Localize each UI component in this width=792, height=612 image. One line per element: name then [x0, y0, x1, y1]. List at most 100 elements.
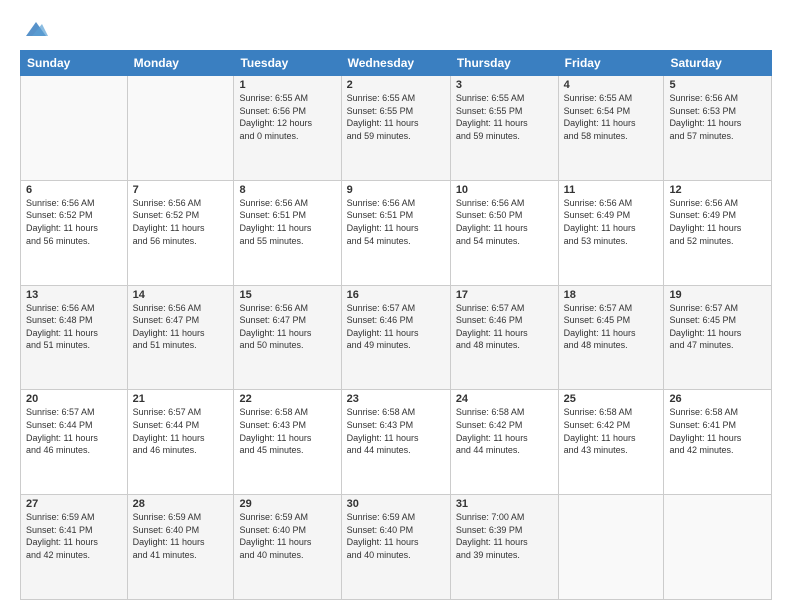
calendar-cell: 31Sunrise: 7:00 AM Sunset: 6:39 PM Dayli… [450, 495, 558, 600]
day-info: Sunrise: 6:56 AM Sunset: 6:47 PM Dayligh… [239, 302, 335, 352]
day-info: Sunrise: 6:55 AM Sunset: 6:55 PM Dayligh… [347, 92, 445, 142]
calendar-week-row: 20Sunrise: 6:57 AM Sunset: 6:44 PM Dayli… [21, 390, 772, 495]
calendar-cell: 1Sunrise: 6:55 AM Sunset: 6:56 PM Daylig… [234, 76, 341, 181]
day-number: 16 [347, 289, 445, 301]
calendar-cell: 16Sunrise: 6:57 AM Sunset: 6:46 PM Dayli… [341, 285, 450, 390]
day-info: Sunrise: 7:00 AM Sunset: 6:39 PM Dayligh… [456, 511, 553, 561]
calendar-cell: 17Sunrise: 6:57 AM Sunset: 6:46 PM Dayli… [450, 285, 558, 390]
calendar-cell: 14Sunrise: 6:56 AM Sunset: 6:47 PM Dayli… [127, 285, 234, 390]
day-info: Sunrise: 6:56 AM Sunset: 6:52 PM Dayligh… [26, 197, 122, 247]
day-info: Sunrise: 6:59 AM Sunset: 6:40 PM Dayligh… [347, 511, 445, 561]
day-number: 24 [456, 393, 553, 405]
day-number: 5 [669, 79, 766, 91]
day-info: Sunrise: 6:57 AM Sunset: 6:44 PM Dayligh… [133, 406, 229, 456]
calendar-cell: 6Sunrise: 6:56 AM Sunset: 6:52 PM Daylig… [21, 180, 128, 285]
header [20, 16, 772, 40]
calendar-header-row: SundayMondayTuesdayWednesdayThursdayFrid… [21, 51, 772, 76]
page: SundayMondayTuesdayWednesdayThursdayFrid… [0, 0, 792, 612]
calendar-cell [664, 495, 772, 600]
calendar-cell: 13Sunrise: 6:56 AM Sunset: 6:48 PM Dayli… [21, 285, 128, 390]
day-info: Sunrise: 6:58 AM Sunset: 6:42 PM Dayligh… [564, 406, 659, 456]
day-info: Sunrise: 6:59 AM Sunset: 6:40 PM Dayligh… [133, 511, 229, 561]
calendar-cell: 22Sunrise: 6:58 AM Sunset: 6:43 PM Dayli… [234, 390, 341, 495]
calendar-cell: 2Sunrise: 6:55 AM Sunset: 6:55 PM Daylig… [341, 76, 450, 181]
day-number: 2 [347, 79, 445, 91]
col-header-sunday: Sunday [21, 51, 128, 76]
day-number: 28 [133, 498, 229, 510]
calendar-cell: 30Sunrise: 6:59 AM Sunset: 6:40 PM Dayli… [341, 495, 450, 600]
day-info: Sunrise: 6:58 AM Sunset: 6:43 PM Dayligh… [239, 406, 335, 456]
day-info: Sunrise: 6:58 AM Sunset: 6:42 PM Dayligh… [456, 406, 553, 456]
calendar-cell: 3Sunrise: 6:55 AM Sunset: 6:55 PM Daylig… [450, 76, 558, 181]
day-number: 29 [239, 498, 335, 510]
day-number: 10 [456, 184, 553, 196]
calendar-cell: 27Sunrise: 6:59 AM Sunset: 6:41 PM Dayli… [21, 495, 128, 600]
day-number: 21 [133, 393, 229, 405]
day-number: 11 [564, 184, 659, 196]
day-info: Sunrise: 6:56 AM Sunset: 6:47 PM Dayligh… [133, 302, 229, 352]
day-info: Sunrise: 6:59 AM Sunset: 6:41 PM Dayligh… [26, 511, 122, 561]
day-number: 26 [669, 393, 766, 405]
day-info: Sunrise: 6:57 AM Sunset: 6:45 PM Dayligh… [564, 302, 659, 352]
calendar-cell: 18Sunrise: 6:57 AM Sunset: 6:45 PM Dayli… [558, 285, 664, 390]
calendar-cell: 7Sunrise: 6:56 AM Sunset: 6:52 PM Daylig… [127, 180, 234, 285]
calendar-cell: 26Sunrise: 6:58 AM Sunset: 6:41 PM Dayli… [664, 390, 772, 495]
day-info: Sunrise: 6:56 AM Sunset: 6:48 PM Dayligh… [26, 302, 122, 352]
calendar-week-row: 27Sunrise: 6:59 AM Sunset: 6:41 PM Dayli… [21, 495, 772, 600]
day-info: Sunrise: 6:56 AM Sunset: 6:49 PM Dayligh… [669, 197, 766, 247]
day-info: Sunrise: 6:56 AM Sunset: 6:51 PM Dayligh… [347, 197, 445, 247]
calendar-cell: 24Sunrise: 6:58 AM Sunset: 6:42 PM Dayli… [450, 390, 558, 495]
calendar-cell: 21Sunrise: 6:57 AM Sunset: 6:44 PM Dayli… [127, 390, 234, 495]
day-number: 13 [26, 289, 122, 301]
day-info: Sunrise: 6:55 AM Sunset: 6:54 PM Dayligh… [564, 92, 659, 142]
day-info: Sunrise: 6:56 AM Sunset: 6:51 PM Dayligh… [239, 197, 335, 247]
day-number: 14 [133, 289, 229, 301]
day-info: Sunrise: 6:56 AM Sunset: 6:49 PM Dayligh… [564, 197, 659, 247]
calendar-cell: 20Sunrise: 6:57 AM Sunset: 6:44 PM Dayli… [21, 390, 128, 495]
col-header-thursday: Thursday [450, 51, 558, 76]
calendar-cell: 23Sunrise: 6:58 AM Sunset: 6:43 PM Dayli… [341, 390, 450, 495]
day-number: 1 [239, 79, 335, 91]
col-header-monday: Monday [127, 51, 234, 76]
day-info: Sunrise: 6:55 AM Sunset: 6:55 PM Dayligh… [456, 92, 553, 142]
day-number: 31 [456, 498, 553, 510]
calendar-cell: 4Sunrise: 6:55 AM Sunset: 6:54 PM Daylig… [558, 76, 664, 181]
day-number: 6 [26, 184, 122, 196]
calendar-cell [21, 76, 128, 181]
calendar-table: SundayMondayTuesdayWednesdayThursdayFrid… [20, 50, 772, 600]
calendar-cell: 9Sunrise: 6:56 AM Sunset: 6:51 PM Daylig… [341, 180, 450, 285]
day-number: 27 [26, 498, 122, 510]
day-info: Sunrise: 6:56 AM Sunset: 6:53 PM Dayligh… [669, 92, 766, 142]
calendar-cell: 10Sunrise: 6:56 AM Sunset: 6:50 PM Dayli… [450, 180, 558, 285]
col-header-friday: Friday [558, 51, 664, 76]
day-number: 22 [239, 393, 335, 405]
day-number: 20 [26, 393, 122, 405]
day-number: 30 [347, 498, 445, 510]
day-number: 23 [347, 393, 445, 405]
col-header-saturday: Saturday [664, 51, 772, 76]
day-number: 3 [456, 79, 553, 91]
day-number: 15 [239, 289, 335, 301]
day-info: Sunrise: 6:56 AM Sunset: 6:52 PM Dayligh… [133, 197, 229, 247]
day-info: Sunrise: 6:57 AM Sunset: 6:46 PM Dayligh… [347, 302, 445, 352]
day-info: Sunrise: 6:57 AM Sunset: 6:46 PM Dayligh… [456, 302, 553, 352]
day-info: Sunrise: 6:58 AM Sunset: 6:43 PM Dayligh… [347, 406, 445, 456]
day-number: 12 [669, 184, 766, 196]
calendar-cell: 12Sunrise: 6:56 AM Sunset: 6:49 PM Dayli… [664, 180, 772, 285]
day-number: 17 [456, 289, 553, 301]
day-number: 4 [564, 79, 659, 91]
day-info: Sunrise: 6:56 AM Sunset: 6:50 PM Dayligh… [456, 197, 553, 247]
day-info: Sunrise: 6:58 AM Sunset: 6:41 PM Dayligh… [669, 406, 766, 456]
calendar-cell [127, 76, 234, 181]
day-info: Sunrise: 6:59 AM Sunset: 6:40 PM Dayligh… [239, 511, 335, 561]
day-number: 8 [239, 184, 335, 196]
col-header-wednesday: Wednesday [341, 51, 450, 76]
calendar-cell [558, 495, 664, 600]
calendar-cell: 8Sunrise: 6:56 AM Sunset: 6:51 PM Daylig… [234, 180, 341, 285]
calendar-cell: 28Sunrise: 6:59 AM Sunset: 6:40 PM Dayli… [127, 495, 234, 600]
day-info: Sunrise: 6:57 AM Sunset: 6:44 PM Dayligh… [26, 406, 122, 456]
day-info: Sunrise: 6:55 AM Sunset: 6:56 PM Dayligh… [239, 92, 335, 142]
col-header-tuesday: Tuesday [234, 51, 341, 76]
day-number: 18 [564, 289, 659, 301]
calendar-week-row: 6Sunrise: 6:56 AM Sunset: 6:52 PM Daylig… [21, 180, 772, 285]
